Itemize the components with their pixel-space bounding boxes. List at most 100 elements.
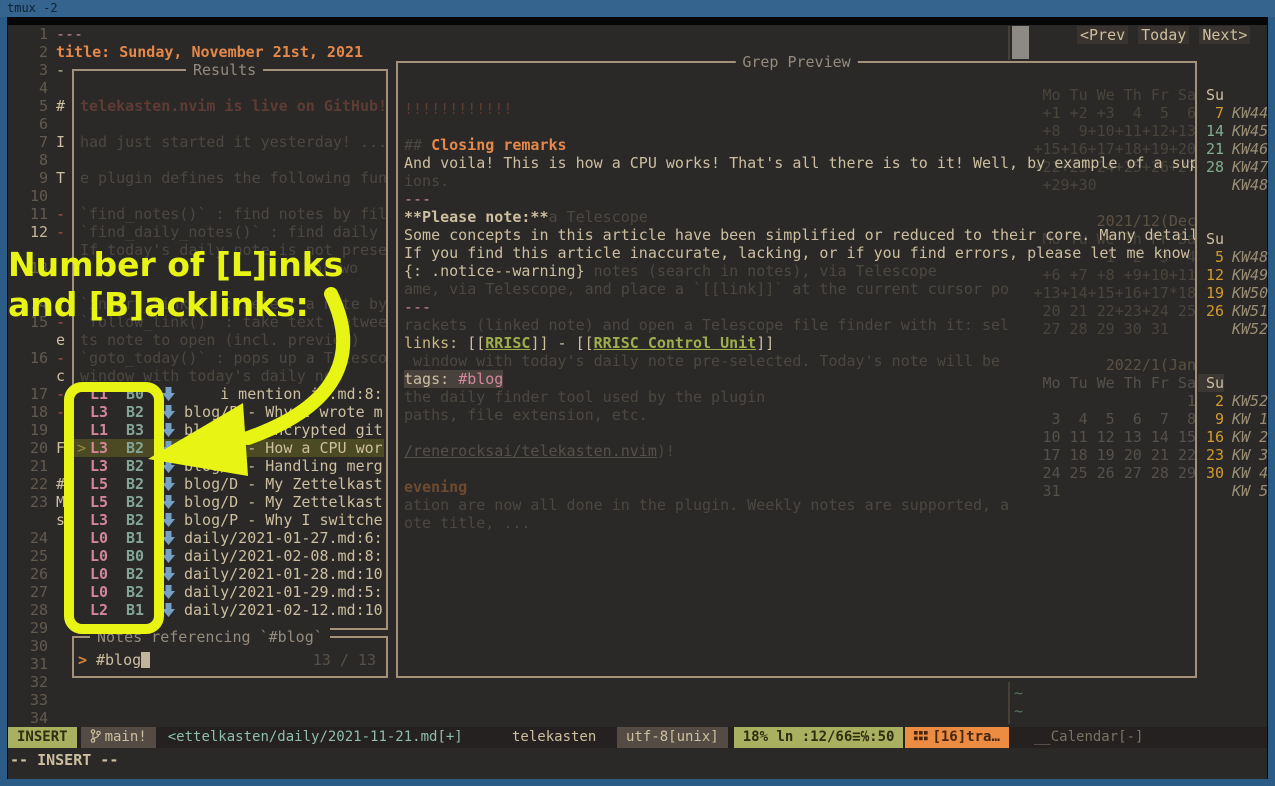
preview-text-segment: ame, via Telescope, and place a `[[link]… [404,280,1009,298]
calendar-day[interactable]: 5 [1198,248,1224,266]
result-file-label: blog/P - Why I switche [184,511,383,529]
result-file-label: daily/2021-01-28.md:10 [184,565,383,583]
empty-line-tilde: ~ [1014,702,1023,720]
result-file-label: daily/2021-01-29.md:5: [184,583,383,601]
preview-text-segment: ]] [756,334,774,352]
gutter-line-number: 17 [24,385,48,403]
gutter-line-number: 10 [24,187,48,205]
calendar-day[interactable]: 7 [1198,104,1224,122]
calendar-week-number: KW52 [1232,320,1272,338]
gutter-line-number: 9 [24,169,48,187]
gutter-line-number: 16 [24,349,48,367]
preview-line: /renerocksai/telekasten.nvim)! [404,442,1195,460]
calendar-week-number: KW52 [1232,392,1272,410]
calendar-week-number: KW46 [1232,140,1272,158]
scrollbar-thumb[interactable] [1012,26,1029,59]
preview-line: !!!!!!!!!!!! [404,100,1195,118]
preview-text-segment: [[ [467,334,485,352]
window-separator [1008,682,1010,724]
calendar-day[interactable]: 21 [1198,140,1224,158]
git-branch-icon [90,728,101,744]
result-file-label: blog/P - Why I wrote m [184,403,383,421]
calendar-today-button[interactable]: Today [1138,26,1189,44]
mode-indicator: INSERT [8,727,77,748]
prompt-row: > #blog 13 / 13 [74,651,384,669]
window-border-bottom [0,779,1275,786]
calendar-day[interactable]: 19 [1198,284,1224,302]
result-file-label: blog/D - My Zettelkast [184,493,383,511]
result-counter: 13 / 13 [313,651,376,669]
calendar-day[interactable]: 26 [1198,302,1224,320]
preview-text-segment: --- [404,298,431,316]
search-input[interactable]: #blog [96,651,141,669]
preview-text-segment: paths, file extension, etc. [404,406,648,424]
preview-text-segment: )! [657,442,675,460]
calendar-day[interactable]: 16 [1198,428,1224,446]
calendar-week-number: KW 5 [1232,482,1272,500]
preview-text-segment: ## [404,136,431,154]
preview-text-segment: **Please note:** [404,208,549,226]
calendar-day[interactable]: 30 [1198,464,1224,482]
calendar-prev-button[interactable]: <Prev [1077,26,1128,44]
preview-text-segment: If you find this article inaccurate, lac… [404,244,1190,262]
preview-line: paths, file extension, etc. [404,406,1195,424]
result-file-label: daily/2021-01-27.md:6: [184,529,383,547]
empty-line-tilde: ~ [1014,684,1023,702]
statusline: INSERTmain!<ettelkasten/daily/2021-11-21… [8,727,1267,748]
calendar-week-number: KW 1 [1232,410,1272,428]
buffer-text-fragment: - [56,205,65,223]
annotation-highlight-box [64,382,164,634]
calendar-day[interactable]: 23 [1198,446,1224,464]
tmux-title-bar: tmux -2 [0,0,1275,17]
preview-text-segment: RRISC Control Unit [594,334,757,352]
preview-line: --- [404,298,1195,316]
preview-line: ions. [404,172,1195,190]
calendar-sunday-header: Su [1198,86,1224,104]
gutter-line-number: 4 [24,79,48,97]
calendar-week-number: KW47 [1232,158,1272,176]
preview-line: {: .notice--warning} notes (search in no… [404,262,1195,280]
preview-text-segment: ions. [404,172,449,190]
results-title: Results [186,61,263,79]
result-file-label: i mention it.md:8: [184,385,383,403]
calendar-week-number: KW45 [1232,122,1272,140]
gutter-line-number: 27 [24,583,48,601]
plugin-name-label: telekasten [512,727,596,748]
prompt-caret: > [78,651,87,669]
calendar-next-button[interactable]: Next> [1199,26,1250,44]
buffer-line: --- [56,25,83,43]
calendar-day[interactable]: 28 [1198,158,1224,176]
calendar-day[interactable]: 14 [1198,122,1224,140]
buffer-text-fragment: - [56,223,65,241]
preview-text-segment: Closing remarks [431,136,566,154]
encoding-label: utf-8[unix] [617,727,728,748]
gutter-line-number: 33 [24,691,48,709]
gutter-line-number: 34 [24,709,48,727]
preview-line: --- [404,190,1195,208]
gutter-line-number: 7 [24,133,48,151]
tab-segment: [16]tra… [905,727,1008,748]
preview-text-segment: evening [404,478,467,496]
preview-line: ame, via Telescope, and place a `[[link]… [404,280,1195,298]
preview-text-segment: ote title, ... [404,514,530,532]
calendar-week-number: KW51 [1232,302,1272,320]
preview-line: ## Closing remarks [404,136,1195,154]
gutter-line-number: 12 [24,223,48,241]
gutter-line-number: 30 [24,637,48,655]
calendar-week-number: KW44 [1232,104,1272,122]
preview-text-segment: {: .notice--warning} [404,262,585,280]
result-file-label: blog/P - Handling merg [184,457,383,475]
buffer-text-fragment: - [56,349,65,367]
result-file-label: blog/P - How a CPU wor [184,439,383,457]
calendar-day[interactable]: 12 [1198,266,1224,284]
gutter-line-number: 26 [24,565,48,583]
buffer-text-fragment: I [56,133,65,151]
preview-line: evening [404,478,1195,496]
gutter-line-number: 19 [24,421,48,439]
calendar-day[interactable]: 9 [1198,410,1224,428]
tab-label: [16]tra… [932,729,999,745]
calendar-day[interactable]: 2 [1198,392,1224,410]
preview-text-segment: And voila! This is how a CPU works! That… [404,154,1195,172]
preview-line: rackets (linked note) and open a Telesco… [404,316,1195,334]
preview-text-segment: the daily finder tool used by the plugin [404,388,765,406]
